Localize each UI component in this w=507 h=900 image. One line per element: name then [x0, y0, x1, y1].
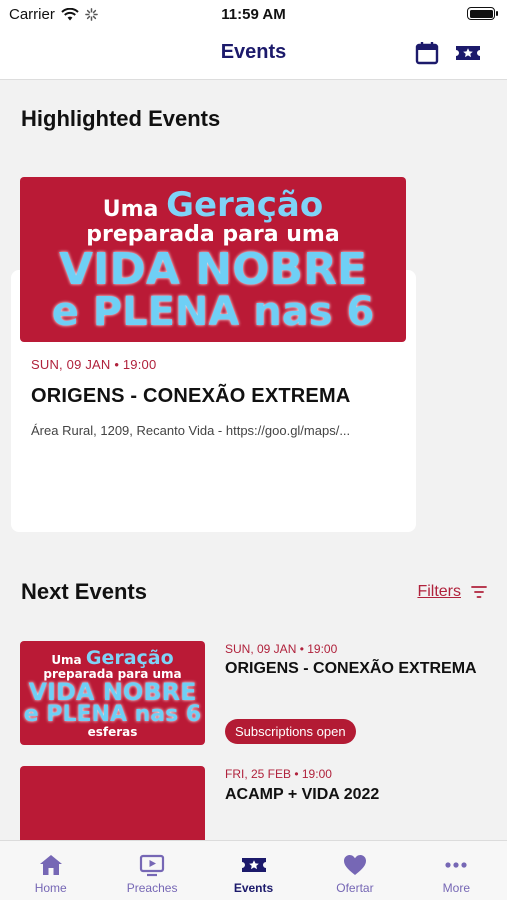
- banner-line1b: Geração: [166, 184, 324, 225]
- nav-bar: Events: [0, 28, 507, 80]
- highlighted-event-name: ORIGENS - CONEXÃO EXTREMA: [31, 385, 351, 407]
- filters-button[interactable]: Filters: [417, 583, 487, 601]
- banner-line1a: Uma: [51, 652, 82, 667]
- ticket-icon: [241, 858, 266, 872]
- filter-icon: [471, 586, 487, 598]
- highlighted-event-date: SUN, 09 JAN • 19:00: [31, 357, 157, 372]
- banner-line2: preparada para uma: [86, 221, 340, 247]
- highlighted-event-place: Área Rural, 1209, Recanto Vida - https:/…: [31, 423, 351, 438]
- tab-bar: Home Preaches Events Ofertar More: [0, 840, 507, 900]
- status-bar: Carrier 11:59 AM: [0, 0, 507, 28]
- home-icon: [39, 855, 62, 875]
- tab-events[interactable]: Events: [203, 841, 304, 900]
- tab-home[interactable]: Home: [0, 841, 101, 900]
- tab-preaches[interactable]: Preaches: [101, 841, 202, 900]
- tv-play-icon: [140, 854, 165, 877]
- tab-ofertar[interactable]: Ofertar: [304, 841, 405, 900]
- banner-line4: e PLENA nas 6: [23, 701, 202, 727]
- calendar-icon[interactable]: [414, 40, 440, 66]
- event-name[interactable]: ORIGENS - CONEXÃO EXTREMA: [225, 660, 477, 678]
- tab-label: Home: [34, 881, 67, 895]
- tab-label: More: [442, 881, 470, 895]
- banner-line3: VIDA NOBRE: [28, 677, 197, 706]
- event-date: FRI, 25 FEB • 19:00: [225, 767, 332, 781]
- banner-line4: e PLENA nas 6: [51, 288, 375, 335]
- more-dots-icon: [445, 862, 467, 868]
- tab-more[interactable]: More: [406, 841, 507, 900]
- tab-label: Preaches: [126, 881, 178, 895]
- event-date: SUN, 09 JAN • 19:00: [225, 642, 338, 656]
- highlighted-event-banner[interactable]: Uma Geração preparada para uma VIDA NOBR…: [20, 177, 406, 342]
- banner-line3: VIDA NOBRE: [58, 243, 368, 295]
- banner-line5: esferas: [87, 724, 138, 739]
- event-name[interactable]: ACAMP + VIDA 2022: [225, 786, 379, 804]
- banner-line1a: Uma: [102, 196, 159, 222]
- ticket-icon[interactable]: [455, 40, 481, 66]
- highlighted-events-title: Highlighted Events: [21, 106, 221, 131]
- tab-label: Events: [233, 881, 274, 895]
- filters-label: Filters: [417, 583, 461, 600]
- clock: 11:59 AM: [221, 6, 286, 23]
- battery-icon: [467, 7, 498, 20]
- heart-icon: [343, 855, 366, 875]
- banner-line1b: Geração: [85, 646, 174, 669]
- tab-label: Ofertar: [336, 881, 374, 895]
- subscriptions-open-badge: Subscriptions open: [225, 719, 356, 744]
- next-events-title: Next Events: [21, 579, 147, 604]
- event-thumbnail[interactable]: Uma Geração preparada para uma VIDA NOBR…: [20, 641, 205, 745]
